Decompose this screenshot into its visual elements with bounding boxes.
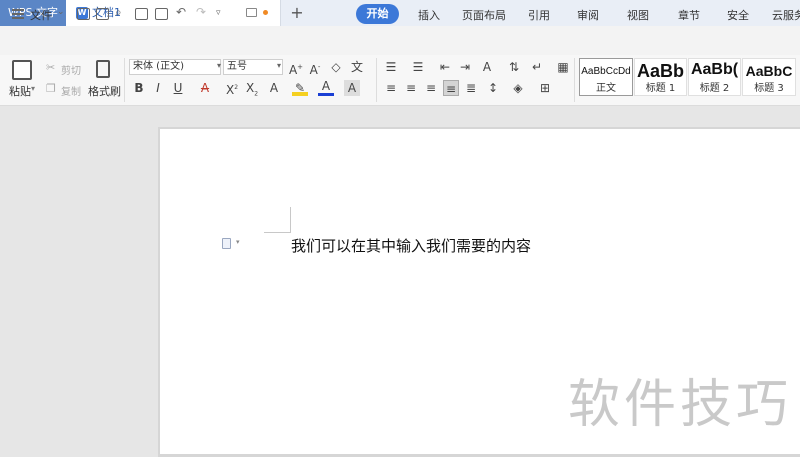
copy-button[interactable]: 复制: [61, 83, 81, 98]
ribbon-divider: [124, 58, 125, 102]
print-preview-icon[interactable]: [155, 8, 168, 20]
borders-icon[interactable]: ⊞: [537, 80, 553, 96]
open-folder-icon[interactable]: [77, 8, 90, 20]
tab-references[interactable]: 引用: [528, 7, 550, 23]
text-effect-icon[interactable]: A: [266, 80, 282, 96]
chevron-down-icon[interactable]: ⌄: [57, 7, 65, 17]
print-icon[interactable]: [135, 8, 148, 20]
font-color-icon[interactable]: A: [318, 80, 334, 96]
strikethrough-icon[interactable]: A: [197, 80, 213, 96]
tab-cloud[interactable]: 云服务: [772, 7, 800, 23]
decrease-indent-icon[interactable]: ⇤: [437, 59, 453, 75]
chevron-down-icon[interactable]: ▾: [217, 61, 221, 70]
bold-icon[interactable]: B: [131, 80, 147, 96]
cut-button[interactable]: 剪切: [61, 62, 81, 77]
sort-icon[interactable]: ⇅: [506, 59, 522, 75]
font-name-select[interactable]: 宋体 (正文): [129, 59, 221, 75]
text-direction-icon[interactable]: A: [479, 59, 495, 75]
paste-button[interactable]: 粘贴: [9, 83, 31, 99]
distributed-icon[interactable]: ≣: [463, 80, 479, 96]
shrink-font-icon[interactable]: A-: [307, 59, 323, 77]
chevron-down-icon[interactable]: ▾: [277, 61, 281, 70]
chevron-down-icon[interactable]: ▾: [31, 84, 35, 93]
file-menu[interactable]: 文件: [30, 7, 52, 23]
align-right-icon[interactable]: ≡: [423, 80, 439, 96]
ribbon-divider: [376, 58, 377, 102]
margin-corner-mark: [290, 207, 291, 233]
style-heading-1[interactable]: AaBb 标题 1: [634, 58, 687, 96]
new-tab-button[interactable]: +: [288, 3, 306, 23]
tab-security[interactable]: 安全: [727, 7, 749, 23]
redo-icon[interactable]: ↷: [196, 5, 206, 19]
numbered-list-icon[interactable]: ☰: [410, 59, 426, 75]
increase-indent-icon[interactable]: ⇥: [457, 59, 473, 75]
tab-review[interactable]: 审阅: [577, 7, 599, 23]
style-preview: AaBbC: [745, 63, 793, 79]
menu-bar: [0, 26, 800, 55]
document-body-text[interactable]: 我们可以在其中输入我们需要的内容: [291, 235, 531, 256]
underline-icon[interactable]: U: [170, 80, 186, 96]
format-painter-icon[interactable]: [96, 60, 110, 78]
tab-insert[interactable]: 插入: [418, 7, 440, 23]
paste-icon[interactable]: [12, 60, 32, 80]
show-hide-marks-icon[interactable]: ↵: [529, 59, 545, 75]
superscript-icon[interactable]: X2: [224, 80, 240, 97]
watermark: 软件技巧: [568, 375, 793, 435]
hamburger-icon[interactable]: [12, 9, 24, 19]
grow-font-icon[interactable]: A+: [288, 59, 304, 77]
undo-icon[interactable]: ↶: [176, 5, 186, 19]
tab-start[interactable]: 开始: [356, 4, 399, 24]
copy-icon[interactable]: ❐: [46, 82, 56, 95]
style-heading-3[interactable]: AaBbC 标题 3: [742, 58, 796, 96]
style-heading-2[interactable]: AaBb( 标题 2: [688, 58, 741, 96]
style-preview: AaBbCcDd: [581, 66, 631, 77]
chevron-down-icon[interactable]: ▾: [236, 238, 240, 246]
style-label: 标题 3: [754, 83, 784, 94]
align-left-icon[interactable]: ≡: [383, 80, 399, 96]
italic-icon[interactable]: I: [150, 80, 166, 96]
bullet-list-icon[interactable]: ☰: [383, 59, 399, 75]
paragraph-handle-icon[interactable]: [222, 238, 231, 249]
unsaved-dot-icon: [263, 10, 268, 15]
format-painter-button[interactable]: 格式刷: [88, 83, 121, 99]
export-pdf-icon[interactable]: ⌕: [115, 5, 122, 20]
char-shading-icon[interactable]: A: [344, 80, 360, 96]
font-size-select[interactable]: 五号: [223, 59, 283, 75]
subscript-icon[interactable]: X2: [244, 80, 260, 97]
justify-icon[interactable]: ≡: [443, 80, 459, 96]
tab-page-layout[interactable]: 页面布局: [462, 7, 506, 23]
style-label: 标题 1: [645, 83, 676, 94]
table-grid-icon[interactable]: ▦: [555, 59, 571, 75]
shading-icon[interactable]: ◈: [510, 80, 526, 96]
align-center-icon[interactable]: ≡: [403, 80, 419, 96]
tab-view[interactable]: 视图: [627, 7, 649, 23]
monitor-icon[interactable]: [246, 8, 257, 17]
save-icon[interactable]: [96, 8, 109, 20]
scissors-icon[interactable]: ✂: [46, 61, 55, 74]
phonetic-guide-icon[interactable]: 文: [349, 59, 365, 75]
clear-format-icon[interactable]: ◇: [328, 59, 344, 75]
margin-corner-mark: [264, 232, 290, 233]
customize-caret-icon[interactable]: ▿: [216, 8, 221, 18]
style-normal[interactable]: AaBbCcDd 正文: [579, 58, 633, 96]
style-preview: AaBb(: [690, 61, 739, 78]
style-label: 正文: [596, 83, 616, 94]
style-label: 标题 2: [699, 83, 730, 94]
ribbon-divider: [574, 58, 575, 102]
highlight-icon[interactable]: ✎: [292, 80, 308, 96]
line-spacing-icon[interactable]: ↕: [485, 80, 501, 96]
tab-chapter[interactable]: 章节: [678, 7, 700, 23]
